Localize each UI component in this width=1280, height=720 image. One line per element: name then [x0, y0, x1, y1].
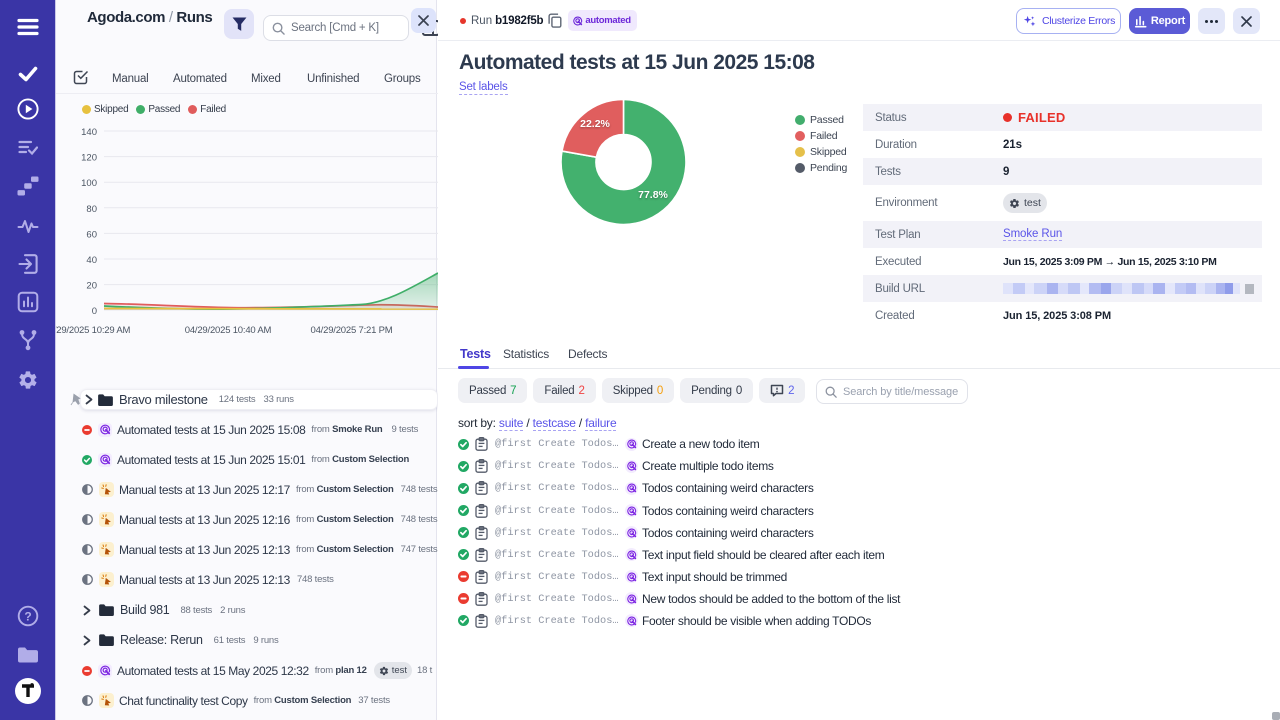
svg-text:04/29/2025 10:40 AM: 04/29/2025 10:40 AM [185, 325, 272, 336]
svg-text:20: 20 [86, 281, 97, 292]
svg-text:40: 40 [86, 255, 97, 266]
svg-text:120: 120 [81, 153, 97, 164]
svg-text:22.2%: 22.2% [580, 118, 610, 130]
svg-text:77.8%: 77.8% [638, 189, 668, 201]
svg-text:04/29/2025 7:21 PM: 04/29/2025 7:21 PM [311, 325, 393, 336]
svg-text:?: ? [24, 610, 31, 624]
svg-text:0: 0 [92, 306, 97, 317]
svg-text:/29/2025 10:29 AM: /29/2025 10:29 AM [56, 325, 130, 336]
svg-text:140: 140 [81, 127, 97, 138]
svg-text:100: 100 [81, 178, 97, 189]
svg-text:60: 60 [86, 229, 97, 240]
svg-text:80: 80 [86, 204, 97, 215]
